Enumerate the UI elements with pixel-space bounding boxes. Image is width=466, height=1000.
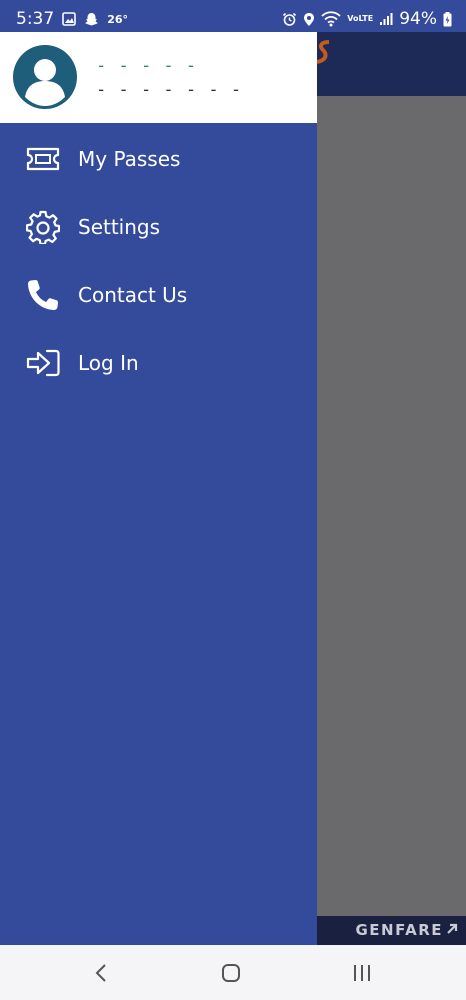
gallery-icon [62, 12, 76, 26]
battery-icon [443, 11, 452, 27]
user-name: - - - - - [96, 56, 198, 76]
snapchat-icon [84, 12, 99, 27]
menu-item-settings[interactable]: Settings [0, 199, 317, 255]
menu-item-label: Log In [78, 351, 139, 375]
menu-item-contact-us[interactable]: Contact Us [0, 267, 317, 323]
status-temperature: 26° [107, 12, 128, 26]
alarm-icon [282, 12, 297, 27]
status-time: 5:37 [16, 9, 55, 29]
signal-icon [379, 12, 393, 26]
app-footer: GENFARE [317, 916, 466, 945]
arrow-up-right-icon [447, 923, 458, 934]
home-button[interactable] [211, 958, 251, 988]
menu-item-my-passes[interactable]: My Passes [0, 131, 317, 187]
menu-item-label: Settings [78, 215, 161, 239]
status-battery: 94% [399, 9, 437, 29]
menu-item-label: Contact Us [78, 283, 188, 307]
drawer-header: - - - - - - - - - - - - [0, 32, 317, 123]
app-logo [316, 38, 331, 76]
genfare-brand: GENFARE [355, 921, 458, 939]
recents-icon [354, 965, 370, 981]
menu-item-label: My Passes [78, 147, 181, 171]
phone-icon [26, 278, 60, 312]
gear-icon [26, 210, 60, 244]
menu-item-log-in[interactable]: Log In [0, 335, 317, 391]
login-icon [26, 346, 60, 380]
user-subtitle: - - - - - - - [96, 80, 243, 100]
home-icon [222, 964, 240, 982]
volte-label: VoLTE [347, 14, 374, 23]
recents-button[interactable] [342, 958, 382, 988]
avatar[interactable] [13, 45, 77, 109]
system-nav-bar [0, 945, 466, 1000]
chevron-left-icon [95, 964, 106, 982]
location-icon [303, 12, 315, 27]
app-content-scrim[interactable] [317, 96, 466, 916]
wifi-icon [321, 11, 341, 27]
user-avatar-icon [13, 45, 77, 109]
navigation-drawer: - - - - - - - - - - - - My Passes Settin… [0, 32, 317, 945]
app-header [316, 32, 466, 96]
ticket-icon [26, 142, 60, 176]
back-button[interactable] [81, 958, 121, 988]
